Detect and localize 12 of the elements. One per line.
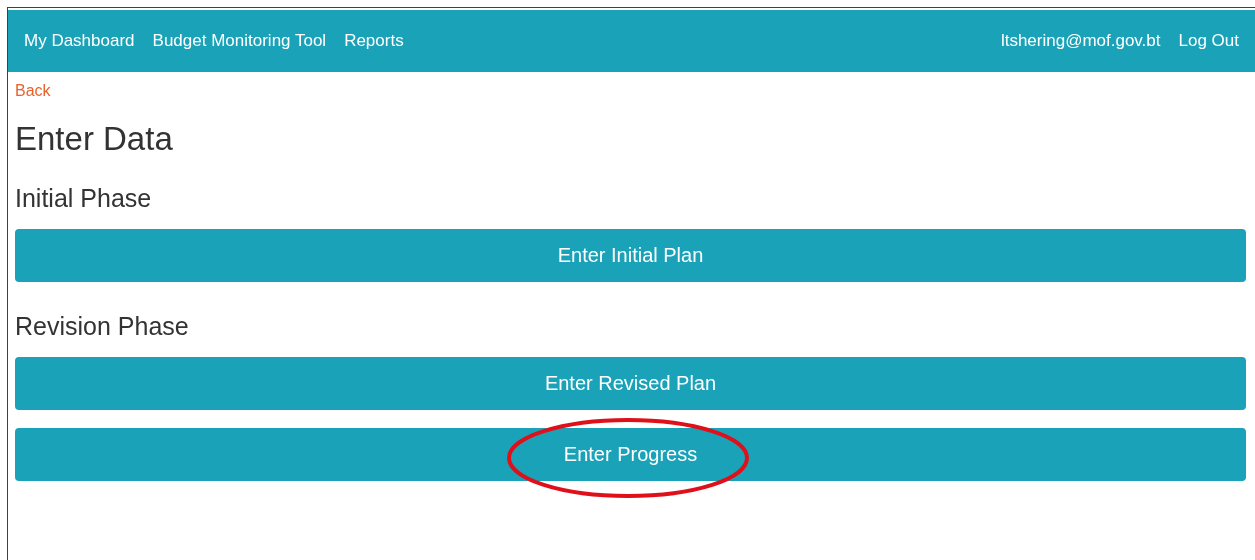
enter-button[interactable]: Enter Revised Plan xyxy=(15,357,1246,410)
enter-button[interactable]: Enter Initial Plan xyxy=(15,229,1246,282)
user-email-link[interactable]: ltshering@mof.gov.bt xyxy=(1000,31,1161,51)
nav-link[interactable]: Reports xyxy=(344,31,404,51)
section-heading: Initial Phase xyxy=(15,184,153,213)
section-heading: Revision Phase xyxy=(15,312,190,341)
back-link[interactable]: Back xyxy=(15,82,51,100)
nav-link[interactable]: Budget Monitoring Tool xyxy=(152,31,327,51)
page-title: Enter Data xyxy=(15,120,174,158)
logout-link[interactable]: Log Out xyxy=(1178,31,1239,51)
enter-button[interactable]: Enter Progress xyxy=(15,428,1246,481)
nav-link[interactable]: My Dashboard xyxy=(24,31,135,51)
